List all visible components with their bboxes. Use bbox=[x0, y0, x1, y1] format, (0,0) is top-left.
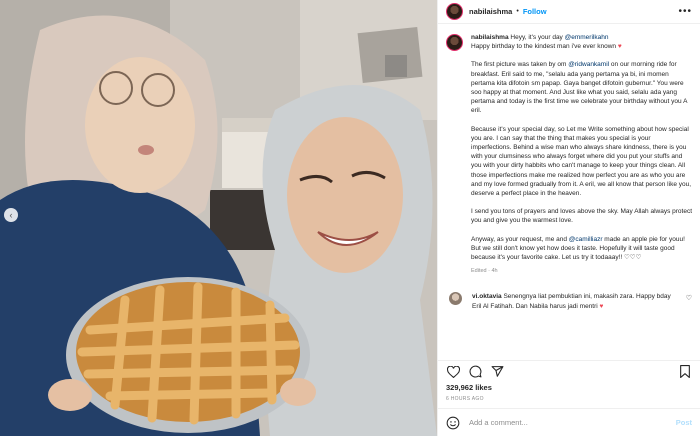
share-button[interactable] bbox=[490, 365, 504, 379]
comment-like-button[interactable]: ♡ bbox=[686, 294, 692, 310]
heart-outline-icon: ♡ bbox=[685, 295, 692, 303]
follow-button[interactable]: Follow bbox=[523, 7, 547, 16]
caption-p1-intro: Heyy, it's your day bbox=[510, 34, 565, 41]
comment-input[interactable]: Add a comment... bbox=[469, 418, 528, 427]
chevron-left-icon: ‹ bbox=[9, 210, 13, 220]
comment-username[interactable]: vi.oktavia bbox=[472, 293, 502, 300]
heart-icon bbox=[446, 365, 460, 378]
instagram-post: ‹ nabilaishma • Follow ••• nabilaishma H… bbox=[0, 0, 700, 436]
emoji-icon bbox=[446, 416, 460, 429]
caption-p2-a: The first picture was taken by om bbox=[471, 61, 569, 69]
post-header: nabilaishma • Follow ••• bbox=[438, 0, 700, 24]
post-comment-button[interactable]: Post bbox=[676, 418, 692, 427]
caption-p3: Because it's your special day, so Let me… bbox=[471, 125, 692, 198]
caption-avatar[interactable] bbox=[446, 34, 463, 51]
red-heart-icon: ♥ bbox=[599, 302, 604, 310]
like-button[interactable] bbox=[446, 365, 460, 379]
header-username[interactable]: nabilaishma bbox=[469, 7, 512, 16]
caption: nabilaishma Heyy, it's your day @emmeril… bbox=[446, 33, 692, 276]
emoji-button[interactable] bbox=[446, 416, 460, 430]
more-options-button[interactable]: ••• bbox=[678, 6, 692, 17]
comment-text: vi.oktavia Senengnya liat pembuktian ini… bbox=[472, 292, 682, 310]
save-button[interactable] bbox=[678, 365, 692, 379]
share-icon bbox=[491, 366, 503, 377]
caption-p5-a: Anyway, as your request, me and bbox=[471, 235, 569, 243]
comment-button[interactable] bbox=[468, 365, 482, 379]
action-bar bbox=[438, 360, 700, 382]
comment-body: Senengnya liat pembuktian ini, makasih z… bbox=[472, 293, 671, 310]
comments-area[interactable]: nabilaishma Heyy, it's your day @emmeril… bbox=[438, 24, 700, 360]
comment-avatar[interactable] bbox=[449, 292, 462, 306]
separator-dot: • bbox=[516, 8, 519, 15]
likes-count[interactable]: 329,962 likes bbox=[438, 382, 700, 394]
red-heart-icon: ♥ bbox=[617, 43, 622, 51]
caption-username[interactable]: nabilaishma bbox=[471, 34, 509, 41]
caption-meta: Edited · 4h bbox=[471, 268, 498, 275]
caption-p2-b: on our morning ride for breakfast. Eril … bbox=[471, 61, 688, 115]
photo-illustration bbox=[0, 0, 437, 436]
more-icon: ••• bbox=[678, 6, 692, 17]
mention-link[interactable]: @camilliazr bbox=[569, 236, 603, 243]
add-comment-bar: Add a comment... Post bbox=[438, 408, 700, 436]
carousel-previous-button[interactable]: ‹ bbox=[4, 208, 18, 222]
save-icon bbox=[680, 365, 690, 378]
caption-p1-rest: Happy birthday to the kindest man i've e… bbox=[471, 43, 618, 51]
avatar[interactable] bbox=[446, 3, 463, 20]
post-side-panel: nabilaishma • Follow ••• nabilaishma Hey… bbox=[437, 0, 700, 436]
mention-link[interactable]: @ridwankamil bbox=[568, 61, 609, 68]
caption-text: nabilaishma Heyy, it's your day @emmeril… bbox=[471, 33, 692, 276]
post-photo[interactable]: ‹ bbox=[0, 0, 437, 436]
comment-icon bbox=[469, 365, 481, 378]
post-timestamp: 6 HOURS AGO bbox=[446, 396, 484, 402]
comment-item: vi.oktavia Senengnya liat pembuktian ini… bbox=[446, 292, 692, 310]
caption-p4: I send you tons of prayers and loves abo… bbox=[471, 208, 692, 225]
mention-link[interactable]: @emmerilkahn bbox=[565, 34, 609, 41]
